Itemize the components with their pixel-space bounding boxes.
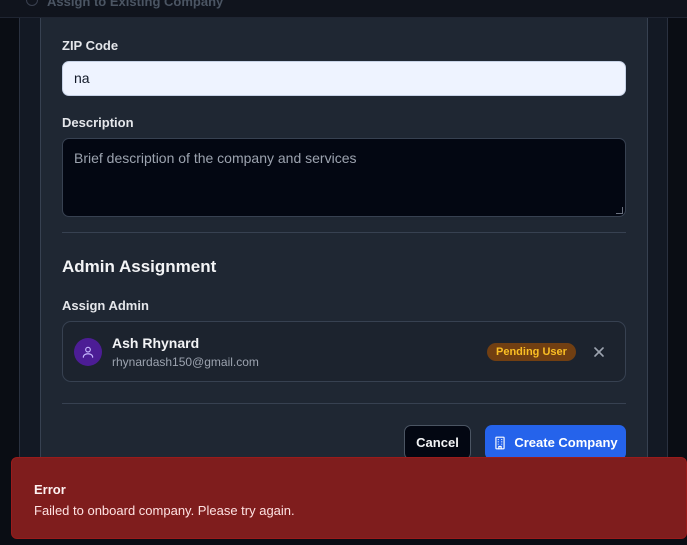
description-label: Description xyxy=(62,115,134,130)
actions-divider xyxy=(62,403,626,404)
avatar xyxy=(74,338,102,366)
toast-message: Failed to onboard company. Please try ag… xyxy=(34,503,295,518)
description-placeholder: Brief description of the company and ser… xyxy=(74,150,357,166)
create-company-button[interactable]: Create Company xyxy=(485,425,626,460)
screen: Assign to Existing Company ZIP Code na D… xyxy=(0,0,687,545)
assign-admin-label: Assign Admin xyxy=(62,298,149,313)
building-icon xyxy=(495,436,506,449)
radio-button[interactable] xyxy=(26,0,38,6)
description-textarea[interactable]: Brief description of the company and ser… xyxy=(62,138,626,217)
admin-assignment-title: Admin Assignment xyxy=(62,257,217,276)
close-icon xyxy=(594,347,604,357)
create-company-label: Create Company xyxy=(514,435,618,450)
toast-title: Error xyxy=(34,482,66,497)
status-badge: Pending User xyxy=(487,343,576,361)
user-icon xyxy=(82,346,94,358)
zip-code-input[interactable]: na xyxy=(62,61,626,96)
resize-handle[interactable] xyxy=(616,207,623,214)
admin-email: rhynardash150@gmail.com xyxy=(112,355,259,369)
admin-name: Ash Rhynard xyxy=(112,335,200,351)
background-option-label: Assign to Existing Company xyxy=(47,0,224,9)
selected-admin-card: Ash Rhynard rhynardash150@gmail.com Pend… xyxy=(62,321,626,382)
cancel-button[interactable]: Cancel xyxy=(404,425,471,460)
error-toast: Error Failed to onboard company. Please … xyxy=(11,457,687,539)
section-divider xyxy=(62,232,626,233)
background-option-row: Assign to Existing Company xyxy=(0,0,687,18)
remove-admin-button[interactable] xyxy=(590,343,608,361)
zip-code-label: ZIP Code xyxy=(62,38,119,53)
